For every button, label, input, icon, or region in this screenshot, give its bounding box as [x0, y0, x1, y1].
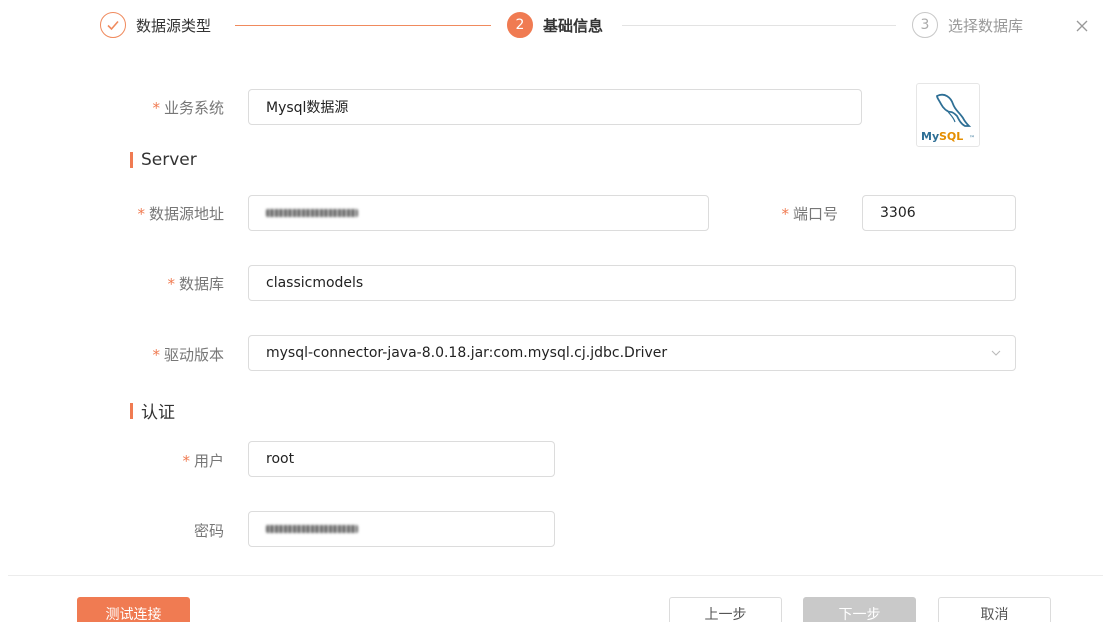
check-icon: [100, 12, 126, 38]
svg-text:SQL: SQL: [939, 130, 963, 143]
step-label: 选择数据库: [948, 16, 1024, 35]
section-marker: [130, 402, 133, 419]
label-text: 端口号: [792, 205, 838, 223]
database-input[interactable]: classicmodels: [248, 265, 1016, 301]
host-label: * 数据源地址: [120, 203, 224, 224]
required-mark: *: [152, 99, 160, 117]
business-system-input[interactable]: Mysql数据源: [248, 89, 862, 125]
step-number: 3: [912, 12, 938, 38]
chevron-down-icon: [991, 350, 1001, 356]
step-connector: [235, 25, 491, 26]
section-title: 认证: [141, 403, 175, 423]
required-mark: *: [137, 205, 145, 223]
step-label: 基础信息: [543, 16, 604, 35]
port-label: * 端口号: [760, 203, 838, 224]
database-label: * 数据库: [120, 273, 224, 294]
steps-bar: 数据源类型 2 基础信息 3 选择数据库: [100, 10, 1030, 40]
select-value: mysql-connector-java-8.0.18.jar:com.mysq…: [266, 345, 668, 361]
password-label: 密码: [120, 520, 224, 541]
step-label: 数据源类型: [136, 16, 212, 35]
test-connection-button[interactable]: 测试连接: [77, 597, 190, 622]
mysql-logo-icon: My SQL ™: [916, 83, 980, 147]
business-system-label: * 业务系统: [120, 97, 224, 118]
required-mark: *: [152, 346, 160, 364]
input-value: Mysql数据源: [266, 100, 349, 116]
redacted-value: [266, 525, 358, 533]
required-mark: *: [781, 205, 789, 223]
label-text: 密码: [193, 522, 224, 540]
close-icon[interactable]: [1073, 18, 1091, 36]
label-text: 业务系统: [163, 99, 224, 117]
section-title: Server: [141, 150, 197, 170]
step-connector: [622, 25, 896, 26]
input-value: classicmodels: [266, 275, 364, 291]
prev-step-button[interactable]: 上一步: [669, 597, 782, 622]
step-select-database: 3 选择数据库: [912, 10, 1023, 40]
driver-label: * 驱动版本: [120, 344, 224, 365]
step-datasource-type: 数据源类型: [100, 10, 211, 40]
user-label: * 用户: [120, 450, 224, 471]
input-value: 3306: [880, 205, 916, 221]
next-step-button[interactable]: 下一步: [803, 597, 916, 622]
host-input[interactable]: [248, 195, 709, 231]
label-text: 驱动版本: [163, 346, 224, 364]
section-server: Server: [130, 150, 197, 170]
svg-text:™: ™: [969, 135, 975, 142]
label-text: 数据库: [178, 275, 224, 293]
redacted-value: [266, 209, 358, 217]
section-marker: [130, 152, 133, 168]
svg-text:My: My: [921, 130, 939, 143]
required-mark: *: [182, 452, 190, 470]
password-input[interactable]: [248, 511, 555, 547]
step-basic-info: 2 基础信息: [507, 10, 603, 40]
cancel-button[interactable]: 取消: [938, 597, 1051, 622]
footer-divider: [8, 575, 1103, 576]
section-auth: 认证: [130, 398, 175, 423]
required-mark: *: [167, 275, 175, 293]
input-value: root: [266, 451, 295, 467]
label-text: 用户: [193, 452, 224, 470]
user-input[interactable]: root: [248, 441, 555, 477]
driver-select[interactable]: mysql-connector-java-8.0.18.jar:com.mysq…: [248, 335, 1016, 371]
label-text: 数据源地址: [148, 205, 224, 223]
port-input[interactable]: 3306: [862, 195, 1016, 231]
step-number: 2: [507, 12, 533, 38]
